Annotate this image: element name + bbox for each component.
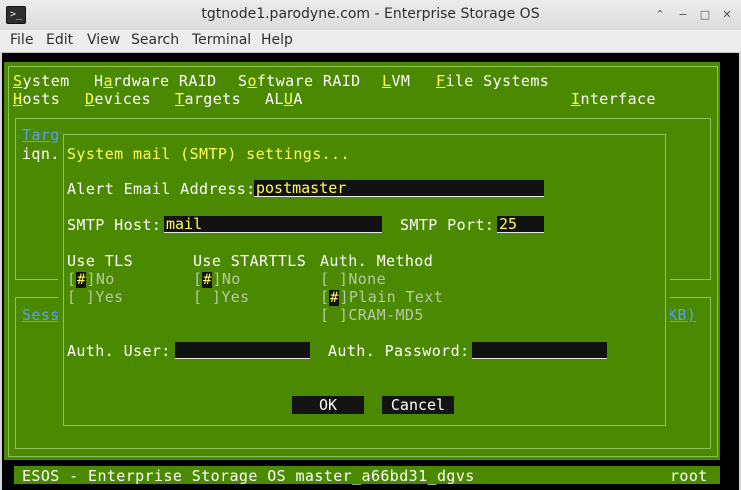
use-tls-label: Use TLS bbox=[67, 252, 134, 270]
tui-menu-targets[interactable]: Targets bbox=[175, 90, 241, 108]
auth-password-label: Auth. Password: bbox=[328, 342, 470, 360]
menu-help[interactable]: Help bbox=[261, 32, 293, 48]
cancel-button[interactable]: Cancel bbox=[382, 396, 454, 414]
window-minimize-icon[interactable]: − bbox=[675, 7, 691, 23]
window-shade-icon[interactable]: ⌃ bbox=[652, 7, 668, 23]
use-starttls-option-yes[interactable]: [ ]Yes bbox=[193, 288, 250, 306]
sessions-kb-column: KB) bbox=[668, 306, 697, 324]
menu-file[interactable]: File bbox=[10, 32, 33, 48]
window-title: tgtnode1.parodyne.com - Enterprise Stora… bbox=[201, 6, 540, 22]
menu-search[interactable]: Search bbox=[131, 32, 179, 48]
sessions-panel-title[interactable]: Sess bbox=[22, 306, 60, 324]
radio-mark: # bbox=[76, 272, 87, 288]
menu-terminal[interactable]: Terminal bbox=[192, 32, 251, 48]
use-starttls-label: Use STARTTLS bbox=[193, 252, 307, 270]
menubar: File Edit View Search Terminal Help bbox=[0, 30, 741, 53]
auth-user-label: Auth. User: bbox=[67, 342, 171, 360]
use-starttls-option-no[interactable]: [#]No bbox=[193, 270, 241, 288]
tui-menu-file-systems[interactable]: File Systems bbox=[436, 72, 549, 90]
tui-menu-hardware-raid[interactable]: Hardware RAID bbox=[94, 72, 217, 90]
tui-menu-alua[interactable]: ALUA bbox=[265, 90, 303, 108]
menu-edit[interactable]: Edit bbox=[46, 32, 73, 48]
auth-user-input[interactable] bbox=[175, 342, 310, 359]
statusbar-user: root bbox=[670, 467, 708, 485]
radio-mark: # bbox=[329, 290, 340, 306]
tui-menu-interface[interactable]: Interface bbox=[571, 90, 656, 108]
menu-view[interactable]: View bbox=[87, 32, 120, 48]
targets-panel-title[interactable]: Targ bbox=[22, 126, 60, 144]
tui-menu-software-raid[interactable]: Software RAID bbox=[238, 72, 361, 90]
use-tls-option-yes[interactable]: [ ]Yes bbox=[67, 288, 124, 306]
window-titlebar: >_ tgtnode1.parodyne.com - Enterprise St… bbox=[0, 0, 741, 31]
tui-menu-system[interactable]: System bbox=[13, 72, 70, 90]
radio-mark: # bbox=[202, 272, 213, 288]
auth-method-label: Auth. Method bbox=[320, 252, 434, 270]
auth-password-input[interactable] bbox=[472, 342, 607, 359]
ok-button[interactable]: OK bbox=[292, 396, 364, 414]
smtp-host-input[interactable]: mail bbox=[164, 216, 382, 233]
smtp-host-label: SMTP Host: bbox=[67, 216, 162, 234]
statusbar-title: ESOS - Enterprise Storage OS master_a66b… bbox=[22, 467, 475, 485]
auth-method-option-none[interactable]: [ ]None bbox=[320, 270, 386, 288]
dialog-title: System mail (SMTP) settings... bbox=[67, 145, 350, 163]
tui-menu-hosts[interactable]: Hosts bbox=[13, 90, 60, 108]
smtp-port-label: SMTP Port: bbox=[400, 216, 495, 234]
smtp-port-input[interactable]: 25 bbox=[497, 216, 544, 233]
targets-iqn-row[interactable]: iqn. bbox=[22, 145, 60, 163]
auth-method-option-cram-md5[interactable]: [ ]CRAM-MD5 bbox=[320, 306, 424, 324]
alert-email-label: Alert Email Address: bbox=[67, 180, 256, 198]
window-close-icon[interactable]: ✕ bbox=[719, 7, 735, 23]
window-maximize-icon[interactable]: □ bbox=[697, 7, 713, 23]
tui-menu-lvm[interactable]: LVM bbox=[382, 72, 410, 90]
use-tls-option-no[interactable]: [#]No bbox=[67, 270, 115, 288]
auth-method-option-plain-text[interactable]: [#]Plain Text bbox=[320, 288, 443, 306]
alert-email-input[interactable]: postmaster bbox=[254, 180, 544, 197]
tui-menu-devices[interactable]: Devices bbox=[85, 90, 151, 108]
